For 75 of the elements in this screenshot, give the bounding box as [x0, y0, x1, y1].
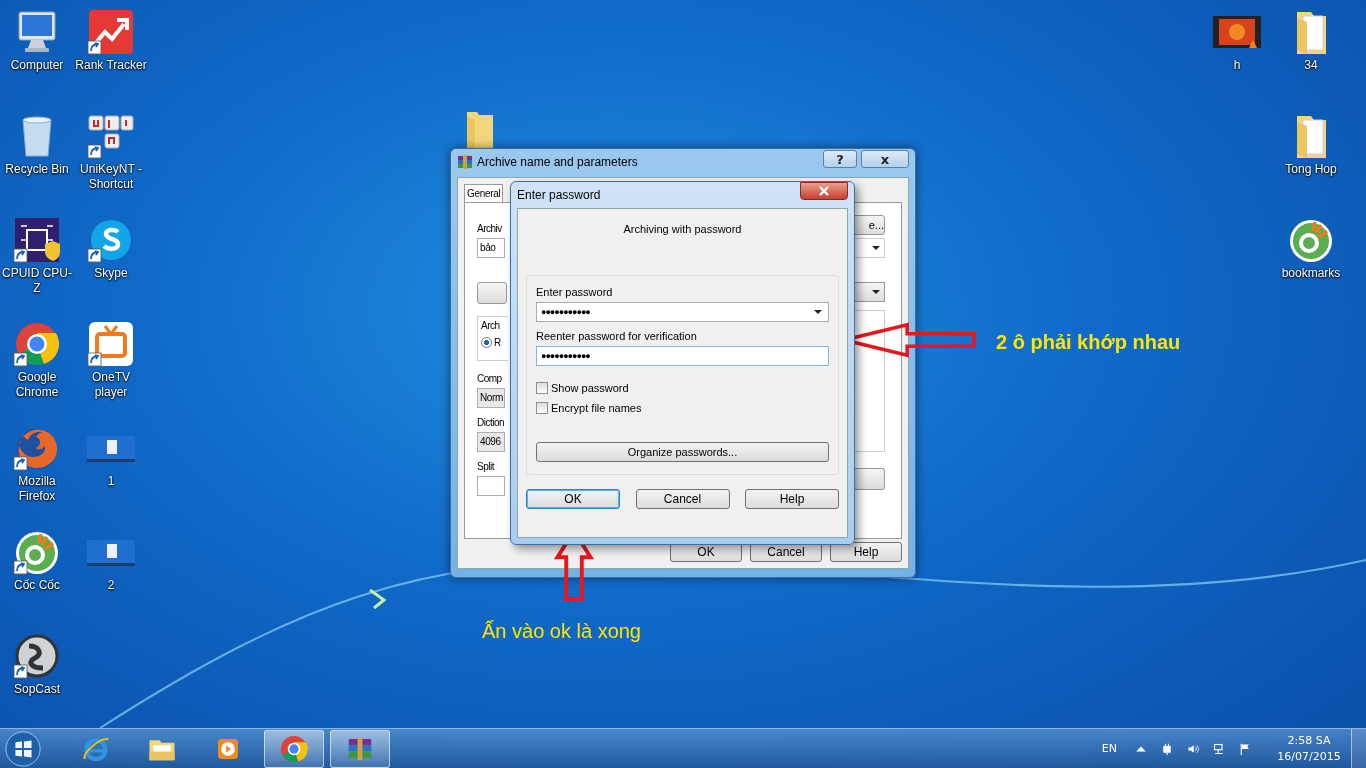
input-field[interactable]: bảo	[477, 238, 505, 258]
field-label: Comp	[477, 373, 502, 384]
icon-label[interactable]: Rank Tracker	[74, 58, 148, 73]
icon-label[interactable]: 34	[1274, 58, 1348, 73]
password-field[interactable]: ●●●●●●●●●●●	[536, 346, 829, 366]
tv-icon[interactable]	[87, 320, 135, 368]
icon-label[interactable]: Recycle Bin	[0, 162, 74, 177]
clock[interactable]: 2:58 SA 16/07/2015	[1273, 732, 1345, 765]
icon-label[interactable]: CPUID CPU-Z	[0, 266, 74, 296]
dialog-button[interactable]: OK	[526, 489, 620, 509]
network-icon[interactable]	[1213, 742, 1225, 755]
winrar-icon	[457, 154, 473, 170]
button[interactable]	[854, 468, 885, 490]
icon-label[interactable]: 2	[74, 578, 148, 593]
flag-icon[interactable]	[1239, 742, 1251, 755]
power-plug-icon[interactable]	[1161, 742, 1173, 755]
button[interactable]	[477, 282, 507, 304]
close-icon	[818, 186, 830, 196]
icon-label[interactable]: UniKeyNT - Shortcut	[74, 162, 148, 192]
window-title: Archive name and parameters	[477, 155, 638, 169]
checkbox-label[interactable]: Encrypt file names	[551, 402, 642, 414]
keyboard-keys-icon[interactable]	[87, 112, 135, 160]
input-field[interactable]	[477, 476, 505, 496]
icon-label[interactable]: bookmarks	[1274, 266, 1348, 281]
icon-label[interactable]: Mozilla Firefox	[0, 474, 74, 504]
icon-label[interactable]: Tong Hop	[1274, 162, 1348, 177]
annotation-text: 2 ô phải khớp nhau	[996, 331, 1181, 354]
password-dropdown[interactable]: ●●●●●●●●●●●	[536, 302, 829, 322]
field-label: Diction	[477, 417, 505, 428]
group-label: Arch	[481, 320, 500, 331]
volume-icon[interactable]	[1187, 742, 1199, 755]
icon-label[interactable]: Computer	[0, 58, 74, 73]
language-indicator[interactable]: EN	[1101, 742, 1117, 755]
folder-icon[interactable]	[465, 110, 495, 150]
dialog-button[interactable]: Cancel	[635, 489, 730, 509]
icon-label[interactable]: 1	[74, 474, 148, 489]
field-label: Enter password	[536, 286, 614, 298]
radio-label[interactable]: R	[494, 337, 501, 348]
dialog-heading: Archiving with password	[623, 223, 742, 235]
chrome-icon[interactable]	[13, 320, 61, 368]
dropdown[interactable]	[855, 282, 885, 302]
close-button[interactable]: x	[861, 150, 909, 168]
start-button[interactable]	[4, 729, 42, 768]
help-button[interactable]: ?	[823, 150, 857, 168]
field-label: Split	[477, 461, 494, 472]
taskbar-button[interactable]	[330, 729, 390, 768]
icon-label[interactable]: h	[1200, 58, 1274, 73]
icon-label[interactable]: SopCast	[0, 682, 74, 697]
clock-date: 16/07/2015	[1277, 748, 1341, 765]
window-title: Enter password	[517, 188, 601, 202]
checkbox-label[interactable]: Show password	[551, 382, 629, 394]
annotation-text: Ấn vào ok là xong	[482, 620, 641, 643]
dialog-button[interactable]: Help	[745, 489, 839, 509]
radio-button[interactable]	[481, 337, 492, 348]
dropdown[interactable]: 4096	[477, 432, 505, 452]
chrome-icon	[279, 733, 309, 764]
close-button[interactable]	[800, 182, 848, 200]
rank-tracker-icon[interactable]	[87, 8, 135, 56]
tab[interactable]: General	[464, 184, 504, 202]
dialog-button[interactable]: Help	[830, 542, 902, 562]
field-label: Archiv	[477, 223, 502, 234]
sopcast-icon[interactable]	[13, 632, 61, 680]
icon-label[interactable]: Google Chrome	[0, 370, 74, 400]
taskbar-button[interactable]	[264, 729, 324, 768]
show-desktop-button[interactable]	[1351, 728, 1366, 768]
clock-time: 2:58 SA	[1287, 732, 1331, 749]
icon-label[interactable]: Skype	[74, 266, 148, 281]
dropdown[interactable]: Norm	[477, 388, 505, 408]
icon-label[interactable]: Cốc Cốc	[0, 578, 74, 593]
checkbox[interactable]	[536, 382, 548, 394]
icon-label[interactable]: OneTV player	[74, 370, 148, 400]
field-label: Reenter password for verification	[536, 330, 698, 342]
chip-icon[interactable]	[13, 216, 61, 264]
checkbox[interactable]	[536, 402, 548, 414]
organize-passwords-button[interactable]: Organize passwords...	[536, 442, 829, 462]
